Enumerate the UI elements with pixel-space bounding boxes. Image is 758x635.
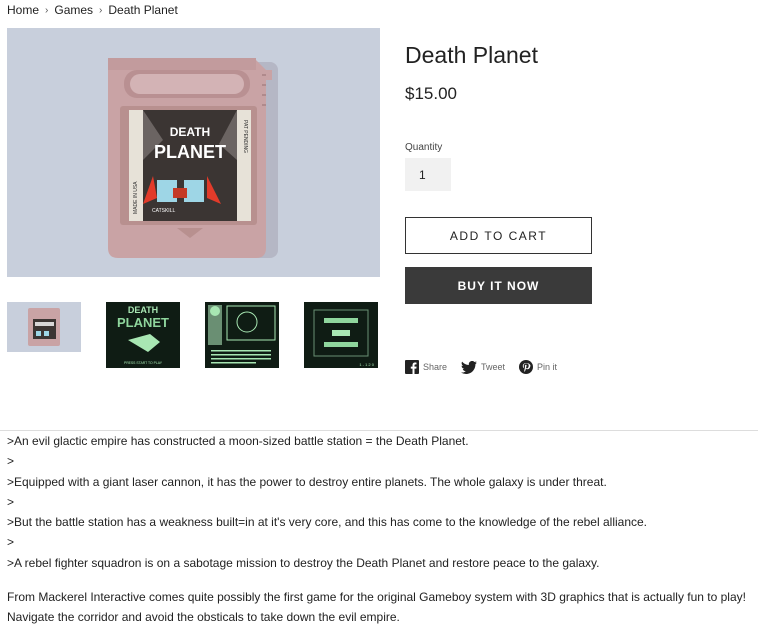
chevron-right-icon: › [99, 4, 103, 16]
description-line: >An evil glactic empire has constructed … [7, 434, 469, 448]
share-twitter-link[interactable]: Tweet [461, 360, 506, 374]
cartridge-title-2: PLANET [154, 142, 226, 162]
description-line: >Equipped with a giant laser cannon, it … [7, 474, 607, 489]
breadcrumb-games[interactable]: Games [54, 3, 93, 17]
breadcrumb-home[interactable]: Home [7, 3, 39, 17]
cartridge-side-right: PAT PENDING [242, 120, 248, 153]
product-description: >An evil glactic empire has constructed … [7, 431, 757, 627]
twitter-icon [461, 360, 478, 374]
breadcrumb: Home › Games › Death Planet [7, 3, 178, 17]
thumb-press-start: PRESS START TO PLAY [124, 361, 163, 365]
description-line: >But the battle station has a weakness b… [7, 515, 648, 530]
share-pinterest-link[interactable]: Pin it [519, 360, 557, 374]
product-title: Death Planet [405, 42, 538, 68]
share-facebook-link[interactable]: Share [405, 360, 447, 374]
quantity-label: Quantity [405, 142, 443, 153]
add-to-cart-button[interactable]: ADD TO CART [405, 217, 592, 254]
product-main-image[interactable]: DEATH PLANET CATSKILL MADE IN USA PAT PE… [7, 28, 380, 277]
social-share-bar: Share Tweet Pin it [405, 360, 557, 374]
description-line: > [7, 454, 15, 469]
quantity-input[interactable] [405, 158, 451, 191]
cartridge-publisher: CATSKILL [152, 208, 175, 214]
thumb-title-1: DEATH [128, 305, 158, 315]
thumbnail-cartridge[interactable] [7, 302, 81, 352]
buy-it-now-button[interactable]: BUY IT NOW [405, 267, 592, 304]
chevron-right-icon: › [45, 4, 49, 16]
thumbnail-strip: DEATH PLANET PRESS START TO PLAY 1 - 1 2 [7, 302, 378, 368]
facebook-icon [405, 360, 419, 374]
cartridge-side-left: MADE IN USA [133, 181, 139, 214]
thumbnail-gameplay[interactable]: 1 - 1 2 0 [304, 302, 378, 368]
cartridge-illustration: DEATH PLANET CATSKILL MADE IN USA PAT PE… [7, 28, 380, 277]
thumb-title-2: PLANET [117, 315, 169, 330]
cartridge-title-1: DEATH [170, 125, 210, 139]
description-line: > [7, 535, 15, 550]
product-price: $15.00 [405, 84, 457, 103]
pinterest-icon [519, 360, 534, 374]
description-line: > [7, 494, 15, 509]
thumbnail-title-screen[interactable]: DEATH PLANET PRESS START TO PLAY [106, 302, 180, 368]
breadcrumb-current: Death Planet [108, 3, 178, 17]
pin-label: Pin it [537, 362, 558, 372]
share-label: Share [423, 362, 448, 372]
thumbnail-story-screen[interactable] [205, 302, 279, 368]
description-line: >A rebel fighter squadron is on a sabota… [7, 555, 600, 570]
description-paragraph: From Mackerel Interactive comes quite po… [7, 590, 746, 625]
thumb-counter: 1 - 1 2 0 [359, 362, 374, 367]
tweet-label: Tweet [481, 362, 506, 372]
